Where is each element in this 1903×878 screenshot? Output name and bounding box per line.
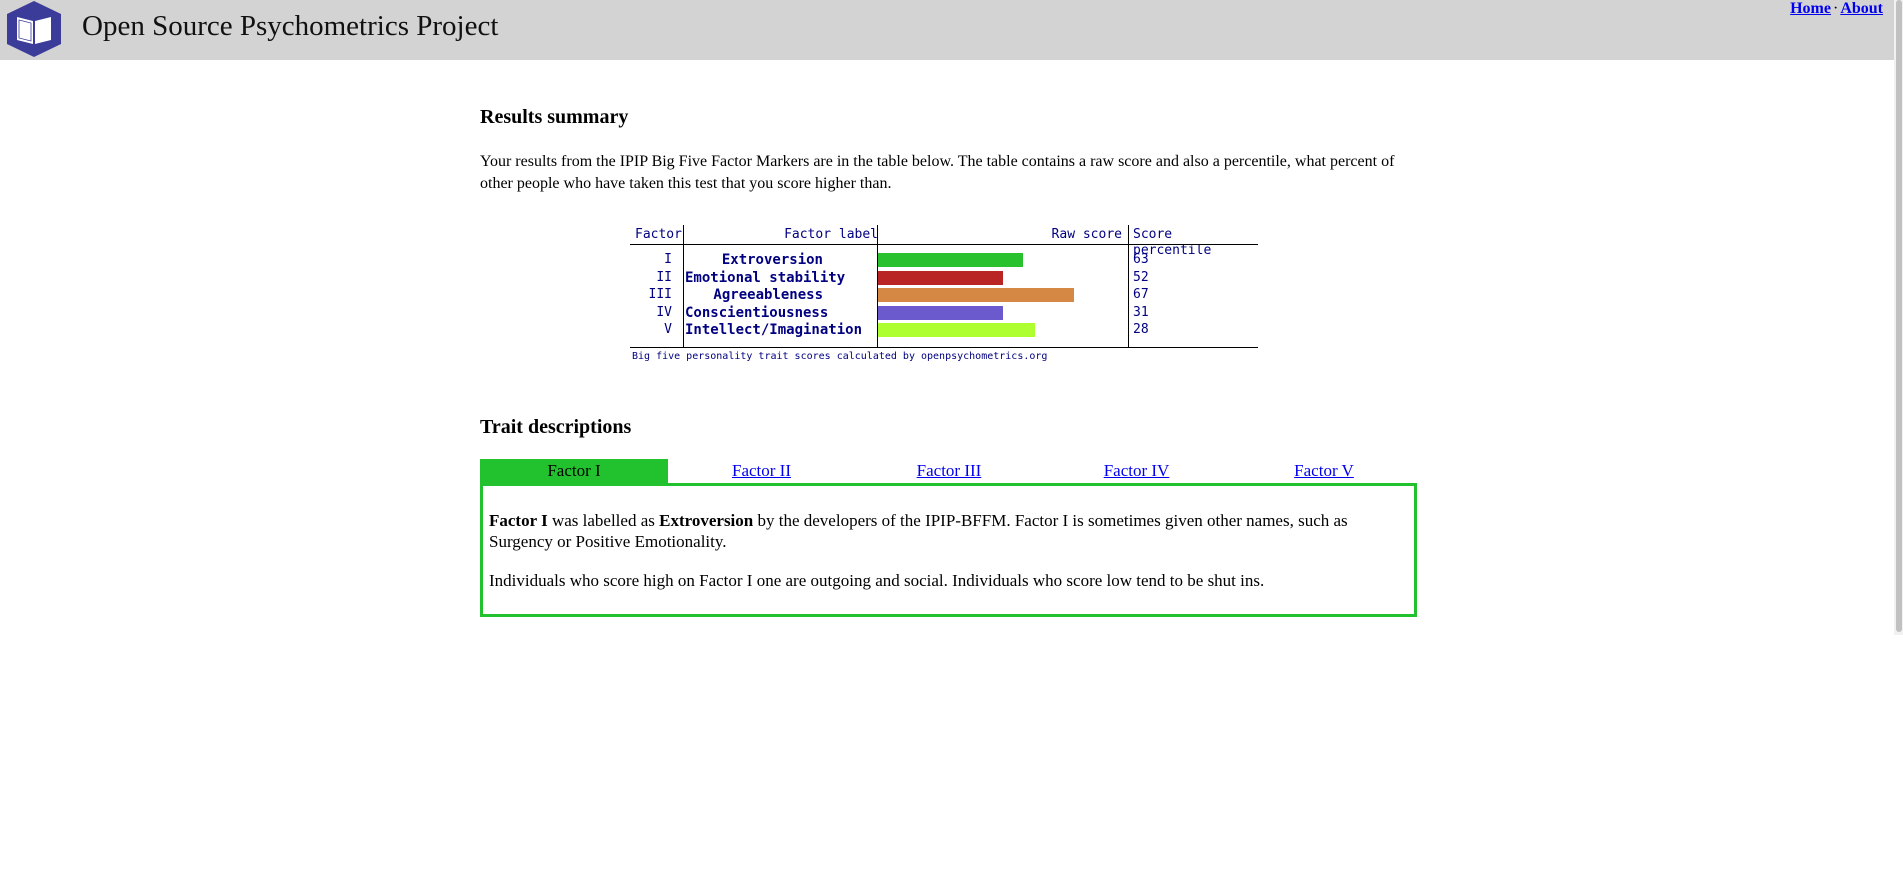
scrollbar-thumb[interactable] (1896, 0, 1902, 632)
score-table: Factor Factor label Raw score Score perc… (630, 225, 1258, 365)
trait-description-paragraph: Factor I was labelled as Extroversion by… (489, 510, 1404, 552)
vertical-scrollbar[interactable] (1894, 0, 1903, 635)
col-percentile-header: Score percentile (1133, 227, 1212, 258)
tab-link[interactable]: Factor V (1294, 461, 1354, 480)
table-factor-cell: I (664, 252, 672, 267)
table-percentile-cell: 52 (1133, 269, 1149, 285)
results-heading: Results summary (480, 106, 629, 128)
factor-tabs: Factor I Factor II Factor III Factor IV Fact… (480, 459, 1417, 483)
tab-factor-1[interactable]: Factor I (480, 459, 668, 483)
col-raw-header: Raw score (1051, 227, 1122, 242)
score-bar (878, 253, 1023, 267)
table-factor-cell: II (656, 269, 672, 285)
results-section: Results summary Your results from the IP… (480, 105, 1425, 192)
trait-name: Extroversion (659, 511, 754, 530)
about-link[interactable]: About (1840, 0, 1883, 17)
table-percentile-cell: 31 (1133, 304, 1149, 320)
table-label-cell: Extroversion (721, 252, 823, 268)
table-percentile-cell: 63 (1133, 252, 1149, 267)
table-percentile-cell: 67 (1133, 287, 1149, 302)
factor-name: Factor I (489, 511, 548, 530)
site-title: Open Source Psychometrics Project (82, 10, 499, 42)
tab-factor-2[interactable]: Factor II (668, 459, 856, 483)
traits-heading: Trait descriptions (480, 416, 632, 438)
score-bar (878, 323, 1035, 337)
score-bar (878, 288, 1074, 302)
table-rule (630, 347, 1258, 348)
open-book-hexagon-icon[interactable] (3, 0, 65, 58)
col-factor-header: Factor (635, 227, 682, 242)
tab-factor-4[interactable]: Factor IV (1043, 459, 1231, 483)
table-label-cell: Intellect/Imagination (685, 322, 863, 338)
score-bar (878, 270, 1003, 285)
tab-link[interactable]: Factor IV (1104, 461, 1170, 480)
score-bar (878, 305, 1003, 320)
table-percentile-cell: 28 (1133, 322, 1149, 337)
nav-separator: · (1832, 0, 1839, 17)
tab-link[interactable]: Factor III (917, 461, 982, 480)
col-label-header: Factor label (784, 227, 878, 242)
table-label-cell: Agreeableness (713, 287, 823, 303)
table-label-cell: Emotional stability (685, 269, 846, 286)
table-rule (630, 244, 1258, 245)
table-factor-cell: IV (656, 304, 672, 320)
table-factor-cell: III (648, 287, 672, 302)
tab-factor-5[interactable]: Factor V (1230, 459, 1418, 483)
tab-factor-3[interactable]: Factor III (855, 459, 1043, 483)
trait-description-panel: Factor I was labelled as Extroversion by… (480, 483, 1417, 617)
table-factor-cell: V (664, 322, 672, 337)
table-label-cell: Conscientiousness (685, 304, 829, 321)
trait-description-paragraph: Individuals who score high on Factor I o… (489, 571, 1265, 590)
results-intro: Your results from the IPIP Big Five Fact… (480, 153, 1395, 192)
tab-link[interactable]: Factor II (732, 461, 791, 480)
traits-section: Trait descriptions (480, 415, 631, 439)
site-header: Open Source Psychometrics Project Home · A… (0, 0, 1903, 60)
home-link[interactable]: Home (1790, 0, 1831, 17)
top-nav: Home · About (1790, 0, 1883, 18)
table-credit: Big five personality trait scores calcul… (632, 351, 1048, 362)
description-text: was labelled as (547, 511, 660, 530)
